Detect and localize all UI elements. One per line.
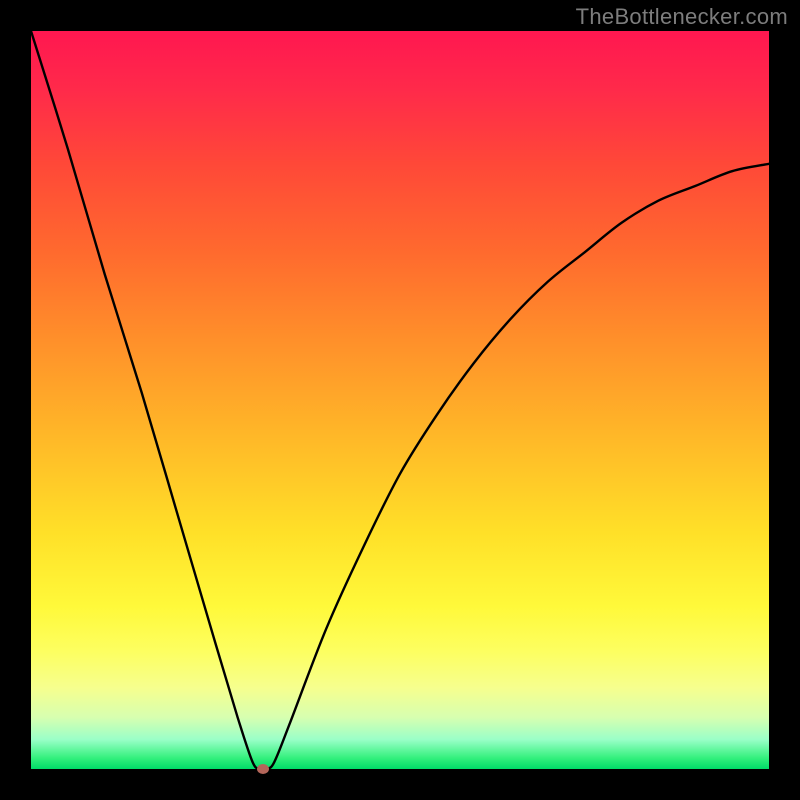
chart-curve-svg (31, 31, 769, 769)
chart-curve-path (31, 31, 769, 769)
chart-plot-area (31, 31, 769, 769)
attribution-text: TheBottlenecker.com (576, 4, 788, 30)
chart-marker-dot (257, 764, 269, 774)
